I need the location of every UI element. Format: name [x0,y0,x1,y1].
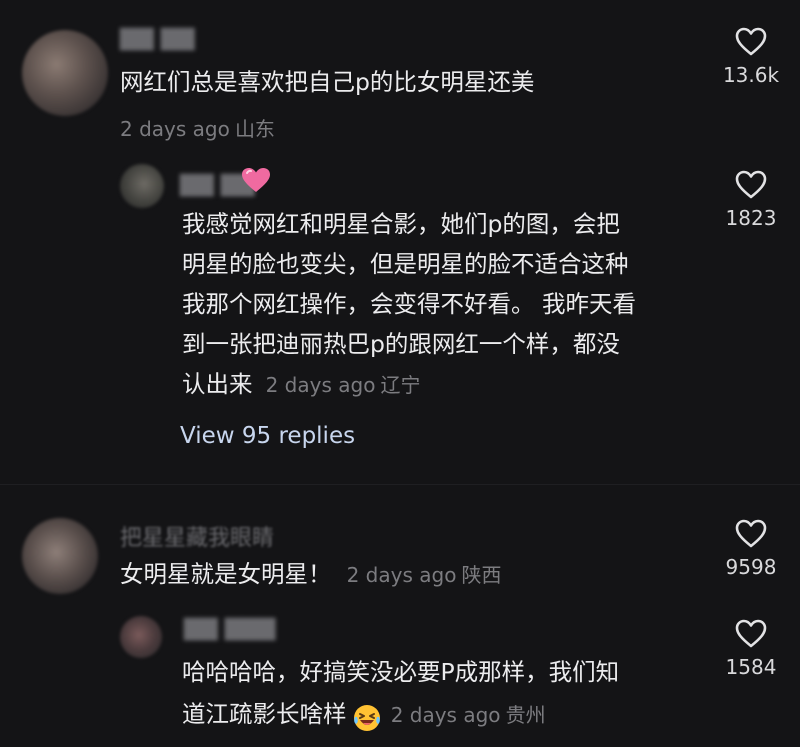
avatar[interactable] [22,30,108,116]
like-button[interactable]: 1584 [711,619,791,679]
divider [0,484,800,485]
comment-text-line: 认出来 [182,370,253,398]
comment-text: 网红们总是喜欢把自己p的比女明星还美 [120,68,535,96]
comment-text-line: 我那个网红操作，会变得不好看。 我昨天看 [182,290,636,318]
comment-location: 陕西 [461,563,502,587]
heart-outline-icon[interactable] [735,27,767,57]
pink-heart-emoji [242,168,270,192]
comment-username[interactable]: ▇▇ ▇▇▇ [184,616,276,641]
comment-username[interactable]: ▇▇ ▇▇ [120,26,195,51]
comment-text-line: 道江疏影长啥样 [182,700,347,728]
comment-last-line: 认出来 2 days ago 辽宁 [182,364,636,407]
like-count: 9598 [725,555,777,579]
comment-text: 女明星就是女明星！ [120,560,332,588]
like-count: 1823 [725,206,777,230]
comment-time: 2 days ago [265,373,376,397]
avatar[interactable] [120,616,162,658]
comment-text-block: 我感觉网红和明星合影，她们p的图，会把 明星的脸也变尖，但是明星的脸不适合这种 … [182,204,636,407]
avatar[interactable] [120,164,164,208]
like-button[interactable]: 9598 [711,519,791,579]
heart-outline-icon[interactable] [735,519,767,549]
like-count: 1584 [725,655,777,679]
laughing-crying-emoji [353,704,380,731]
comment-text-block: 哈哈哈哈，好搞笑没必要P成那样，我们知 道江疏影长啥样 2 days ago 贵… [182,652,619,739]
heart-outline-icon[interactable] [735,619,767,649]
comment-time: 2 days ago [346,563,457,587]
like-button[interactable]: 13.6k [711,27,791,87]
like-button[interactable]: 1823 [711,170,791,230]
comment-last-line: 道江疏影长啥样 2 days ago 贵州 [182,692,619,739]
like-count: 13.6k [722,63,780,87]
view-replies-link[interactable]: View 95 replies [180,423,355,449]
comment-location: 辽宁 [380,373,421,397]
comment-username[interactable]: 把星星藏我眼睛 [120,520,274,552]
comment-location: 贵州 [505,703,546,727]
comment-text-line: 我感觉网红和明星合影，她们p的图，会把 [182,210,620,238]
comment-meta: 2 days ago 山东 [120,113,275,142]
avatar[interactable] [22,518,98,594]
comment-text-line: 明星的脸也变尖，但是明星的脸不适合这种 [182,250,629,278]
comment-time: 2 days ago [120,117,230,141]
comment-time: 2 days ago [390,703,501,727]
comment-text-line: 到一张把迪丽热巴p的跟网红一个样，都没 [182,330,620,358]
comment-text-line: 哈哈哈哈，好搞笑没必要P成那样，我们知 [182,658,620,686]
heart-outline-icon[interactable] [735,170,767,200]
comment-line: 女明星就是女明星！ 2 days ago 陕西 [120,554,502,597]
comment-location: 山东 [234,117,275,141]
